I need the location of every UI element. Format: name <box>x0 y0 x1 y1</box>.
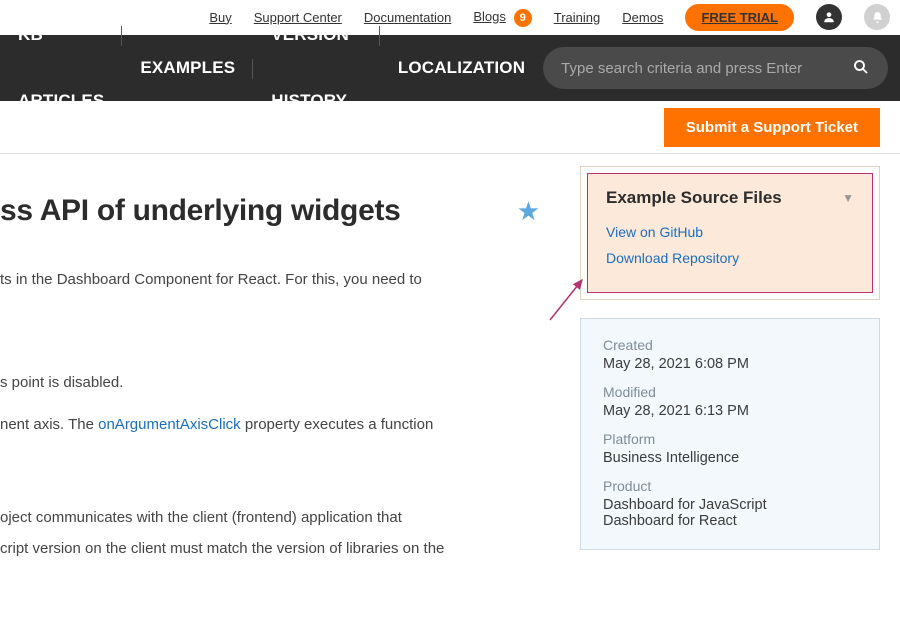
blogs-link[interactable]: Blogs <box>473 9 506 24</box>
product-value: Dashboard for JavaScript <box>603 497 857 513</box>
nav-examples[interactable]: EXAMPLES <box>122 35 253 101</box>
source-files-panel: Example Source Files ▼ View on GitHub Do… <box>587 173 873 293</box>
source-files-links: View on GitHub Download Repository <box>606 224 854 266</box>
demos-link[interactable]: Demos <box>622 10 663 25</box>
chevron-down-icon[interactable]: ▼ <box>842 191 854 205</box>
text-fragment: property executes a function <box>241 416 434 433</box>
nav-kb-articles[interactable]: KB ARTICLES <box>0 2 122 134</box>
free-trial-button[interactable]: FREE TRIAL <box>685 4 794 31</box>
main-column: ss API of underlying widgets ★ ts in the… <box>0 166 580 578</box>
account-icon[interactable] <box>816 4 842 30</box>
modified-label: Modified <box>603 384 857 400</box>
training-link[interactable]: Training <box>554 10 600 25</box>
notifications-icon[interactable] <box>864 4 890 30</box>
utility-nav: Buy Support Center Documentation Blogs 9… <box>0 0 900 35</box>
search-field[interactable] <box>543 47 888 89</box>
content-area: ss API of underlying widgets ★ ts in the… <box>0 154 900 578</box>
nav-version-history[interactable]: VERSION HISTORY <box>253 2 380 134</box>
on-argument-axis-click-link[interactable]: onArgumentAxisClick <box>98 416 241 433</box>
created-label: Created <box>603 337 857 353</box>
favorite-star-icon[interactable]: ★ <box>517 196 540 227</box>
modified-value: May 28, 2021 6:13 PM <box>603 403 857 419</box>
article-paragraph: nent axis. The onArgumentAxisClick prope… <box>0 413 550 436</box>
article-paragraph: ts in the Dashboard Component for React.… <box>0 268 550 291</box>
platform-value: Business Intelligence <box>603 450 857 466</box>
submit-ticket-button[interactable]: Submit a Support Ticket <box>664 108 880 147</box>
annotation-arrow-icon <box>548 274 598 324</box>
view-on-github-link[interactable]: View on GitHub <box>606 224 854 240</box>
search-input[interactable] <box>561 60 852 77</box>
blogs-group: Blogs 9 <box>473 8 531 27</box>
search-icon[interactable] <box>852 58 870 79</box>
platform-label: Platform <box>603 431 857 447</box>
download-repository-link[interactable]: Download Repository <box>606 250 854 266</box>
article-paragraph: oject communicates with the client (fron… <box>0 506 550 529</box>
blogs-count-badge: 9 <box>514 9 532 27</box>
article-title: ss API of underlying widgets <box>0 194 401 228</box>
nav-localization[interactable]: LOCALIZATION <box>380 35 543 101</box>
article-paragraph: s point is disabled. <box>0 371 550 394</box>
product-value: Dashboard for React <box>603 513 857 529</box>
created-value: May 28, 2021 6:08 PM <box>603 356 857 372</box>
text-fragment: nent axis. The <box>0 416 98 433</box>
source-files-panel-outer: Example Source Files ▼ View on GitHub Do… <box>580 166 880 300</box>
main-nav-links: KB ARTICLES EXAMPLES VERSION HISTORY LOC… <box>0 35 543 101</box>
article-paragraph: cript version on the client must match t… <box>0 537 550 560</box>
source-files-header[interactable]: Example Source Files ▼ <box>606 188 854 208</box>
main-nav: KB ARTICLES EXAMPLES VERSION HISTORY LOC… <box>0 35 900 101</box>
article: ss API of underlying widgets ★ ts in the… <box>0 166 550 560</box>
sidebar: Example Source Files ▼ View on GitHub Do… <box>580 166 900 578</box>
ticket-bar: Submit a Support Ticket <box>0 101 900 154</box>
buy-link[interactable]: Buy <box>209 10 231 25</box>
product-label: Product <box>603 478 857 494</box>
article-header: ss API of underlying widgets ★ <box>0 194 550 228</box>
source-files-title: Example Source Files <box>606 188 782 208</box>
metadata-panel: Created May 28, 2021 6:08 PM Modified Ma… <box>580 318 880 550</box>
